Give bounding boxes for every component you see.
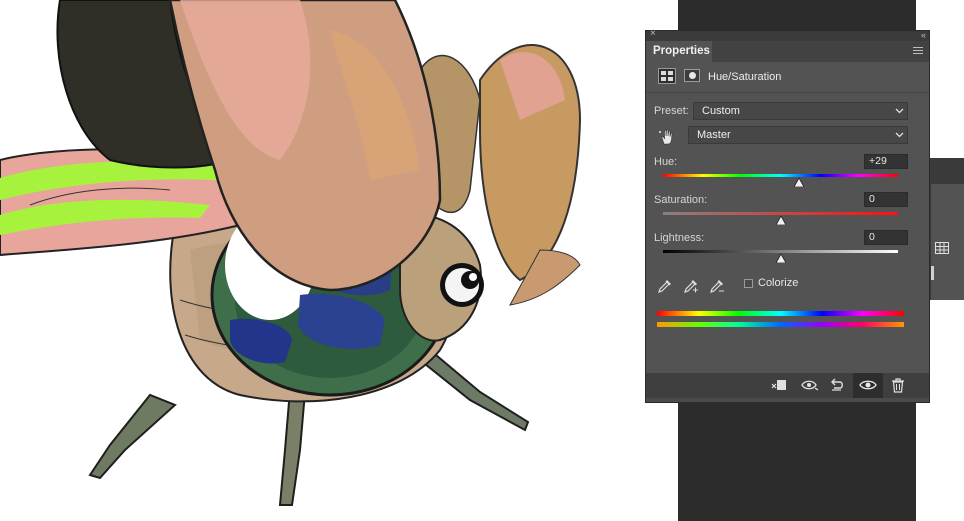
adjustment-title: Hue/Saturation bbox=[708, 71, 782, 83]
delete-adjustment-button[interactable] bbox=[886, 373, 912, 398]
channel-value: Master bbox=[697, 129, 731, 141]
preset-label: Preset: bbox=[654, 105, 689, 117]
saturation-label: Saturation: bbox=[654, 194, 708, 206]
reset-button[interactable] bbox=[824, 373, 850, 398]
collapse-icon[interactable]: ‹‹ bbox=[921, 30, 926, 40]
side-panel-indicator bbox=[931, 266, 934, 280]
view-previous-state-button[interactable] bbox=[796, 373, 822, 398]
panel-title-bar[interactable]: × ‹‹ bbox=[646, 29, 929, 41]
clip-to-layer-button[interactable] bbox=[766, 373, 792, 398]
layer-mask-icon[interactable] bbox=[684, 69, 700, 82]
saturation-slider-thumb[interactable] bbox=[775, 216, 786, 225]
lightness-label: Lightness: bbox=[654, 232, 705, 244]
grid-icon[interactable] bbox=[935, 242, 949, 254]
panel-menu-icon[interactable] bbox=[913, 47, 923, 56]
hue-slider-track[interactable] bbox=[663, 174, 898, 177]
visibility-eye-icon bbox=[859, 380, 877, 390]
eyedropper-add-icon[interactable] bbox=[682, 277, 700, 295]
preset-dropdown[interactable]: Custom bbox=[693, 102, 908, 120]
panel-tab-strip: Properties bbox=[646, 41, 929, 62]
result-spectrum-bar bbox=[657, 322, 904, 327]
hue-value-field[interactable]: +29 bbox=[864, 154, 908, 169]
channel-dropdown[interactable]: Master bbox=[688, 126, 908, 144]
hue-saturation-adjustment-icon[interactable] bbox=[658, 68, 676, 84]
lightness-slider-track[interactable] bbox=[663, 250, 898, 253]
eyedropper-icon[interactable] bbox=[656, 277, 674, 295]
properties-panel: × ‹‹ Properties Hue/Saturation Preset: C… bbox=[645, 29, 930, 403]
view-previous-state-icon bbox=[801, 380, 819, 391]
tab-properties[interactable]: Properties bbox=[646, 41, 712, 62]
close-icon[interactable]: × bbox=[650, 29, 656, 39]
hue-slider-thumb[interactable] bbox=[794, 178, 805, 187]
adjustment-header: Hue/Saturation bbox=[646, 62, 929, 93]
preset-value: Custom bbox=[702, 105, 740, 117]
clip-to-layer-icon bbox=[771, 380, 786, 390]
colorize-checkbox[interactable] bbox=[744, 279, 753, 288]
chevron-down-icon bbox=[895, 108, 904, 114]
panel-bottom-toolbar bbox=[646, 373, 929, 398]
reset-icon bbox=[831, 378, 843, 391]
lightness-value-field[interactable]: 0 bbox=[864, 230, 908, 245]
visibility-toggle-button[interactable] bbox=[853, 373, 883, 398]
colorize-label: Colorize bbox=[758, 277, 799, 289]
saturation-value-field[interactable]: 0 bbox=[864, 192, 908, 207]
hue-label: Hue: bbox=[654, 156, 678, 168]
side-panel-header bbox=[931, 158, 964, 184]
trash-icon bbox=[892, 378, 904, 393]
chevron-down-icon bbox=[895, 132, 904, 138]
saturation-slider-track[interactable] bbox=[663, 212, 898, 215]
panel-resize-grip[interactable] bbox=[646, 398, 929, 402]
source-spectrum-bar bbox=[657, 311, 904, 316]
targeted-adjustment-hand-icon[interactable] bbox=[658, 128, 676, 146]
collapsed-side-panel[interactable] bbox=[930, 158, 964, 300]
lightness-slider-thumb[interactable] bbox=[775, 254, 786, 263]
eyedropper-subtract-icon[interactable] bbox=[708, 277, 726, 295]
